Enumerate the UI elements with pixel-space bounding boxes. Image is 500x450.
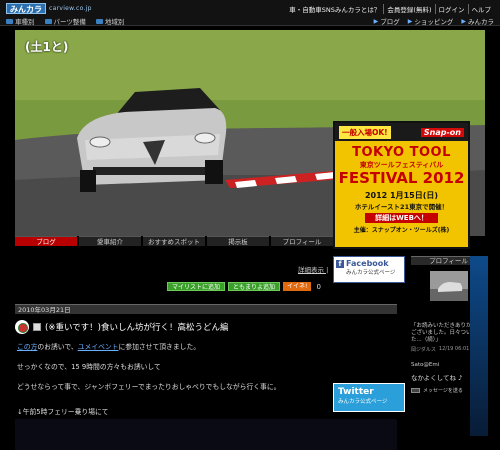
login-link[interactable]: ログイン [434, 4, 468, 14]
comment-user[interactable]: 岡ジダルス [411, 346, 436, 353]
nav-minkara[interactable]: ▶ みんカラ [461, 16, 494, 27]
detail-link[interactable]: 詳細表示 | [298, 264, 328, 274]
ad-date: 2012 1月15日(日) [364, 191, 439, 200]
comment-time: 12/19 06:01 [438, 346, 470, 352]
facebook-title: Facebook [346, 259, 389, 268]
post-caption: ↓午前5時フェリー乗り場にて [17, 408, 109, 416]
ad-venue: ホテルイースト21東京で開催！ [354, 203, 449, 211]
ad-title-1: TOKYO TOOL [352, 145, 451, 160]
nav-region[interactable]: 地域別 [95, 16, 125, 26]
user-link[interactable]: この方 [17, 343, 37, 351]
post-body: この方のお誘いで、ユメイベントに参加させて頂きました。 せっかくなので、15 9… [17, 341, 332, 401]
profile-car-illustration [429, 271, 468, 301]
nav-label: ブログ [380, 18, 400, 26]
register-link[interactable]: 会員登録(無料) [383, 4, 434, 14]
wrench-icon [44, 18, 52, 24]
avatar[interactable] [15, 320, 29, 334]
arrow-icon: ▶ [373, 17, 379, 25]
profile-tabs: ブログ 愛車紹介 おすすめスポット 掲示板 プロフィール [15, 236, 333, 246]
nav-parts[interactable]: パーツ整備 [44, 16, 86, 26]
nav-label: 地域別 [104, 18, 125, 26]
event-link[interactable]: ユメイベント [78, 343, 119, 351]
post-paragraph: どうせならって事で、ジャンボフェリーでまったりおしゃべりでもしながら行く事に。 [17, 383, 281, 391]
arrow-icon: ▶ [407, 17, 413, 25]
nav-label: ショッピング [414, 18, 454, 26]
nav-label: みんカラ [468, 18, 494, 26]
send-message-label: メッセージを送る [423, 388, 463, 394]
nav-blog[interactable]: ▶ ブログ [373, 16, 400, 27]
ad-organizer: 主催：スナップオン・ツールズ(株) [353, 227, 450, 234]
about-link[interactable]: 車・自動車SNSみんカラとは？ [286, 4, 383, 14]
facebook-sub: みんカラ公式ページ [346, 270, 396, 276]
help-link[interactable]: ヘルプ [467, 4, 495, 14]
nav-car-model[interactable]: 車種別 [6, 16, 35, 26]
car-icon [6, 18, 13, 24]
top-links: 車・自動車SNSみんカラとは？ 会員登録(無料) ログイン ヘルプ [286, 4, 494, 14]
post-header: (※重いです！)食いしん坊が行く！高松うどん編 [15, 318, 397, 336]
tab-spots[interactable]: おすすめスポット [143, 236, 205, 246]
ad-web-link[interactable]: 詳細はWEBへ！ [365, 213, 438, 223]
post-image[interactable] [15, 419, 397, 450]
category-nav: 車種別 パーツ整備 地域別 [6, 16, 124, 26]
post-text: のお誘いで、 [37, 343, 78, 351]
nav-label: 車種別 [15, 18, 35, 26]
action-buttons: マイリストに追加 ともまりよ追加 イイネ! 0 [167, 282, 321, 291]
ad-brand: Snap-on [420, 127, 464, 137]
logo-text: みんカラ [6, 3, 46, 14]
arrow-icon: ▶ [461, 17, 466, 25]
site-logo[interactable]: みんカラ carview.co.jp [6, 3, 92, 14]
post-paragraph: この方のお誘いで、ユメイベントに参加させて頂きました。 [17, 341, 332, 351]
twitter-title: Twitter [338, 387, 374, 397]
nav-label: パーツ整備 [53, 18, 86, 26]
twitter-sub: みんカラ公式ページ [338, 399, 388, 405]
post-text: に参加させて頂きました。 [118, 343, 201, 351]
iine-count: 0 [316, 282, 321, 291]
document-icon [33, 323, 41, 331]
nav-shopping[interactable]: ▶ ショッピング [407, 16, 454, 27]
map-icon [95, 18, 103, 24]
hero-title: (土1と) [25, 40, 69, 54]
add-favorite-button[interactable]: ともまりよ追加 [228, 282, 281, 291]
tab-board[interactable]: 掲示板 [207, 236, 269, 246]
add-mylist-button[interactable]: マイリストに追加 [167, 282, 226, 291]
tab-blog[interactable]: ブログ [15, 236, 77, 246]
top-bar: みんカラ carview.co.jp 車・自動車SNSみんカラとは？ 会員登録(… [0, 0, 500, 26]
ad-title-3: FESTIVAL 2012 [338, 169, 465, 187]
twitter-banner[interactable]: Twitter みんカラ公式ページ [333, 383, 405, 412]
ad-badge: 一般入場OK! [339, 125, 391, 139]
facebook-banner[interactable]: f Facebook みんカラ公式ページ [333, 256, 405, 283]
mail-icon [411, 388, 420, 393]
facebook-icon: f [336, 260, 344, 268]
post-title[interactable]: (※重いです！)食いしん坊が行く！高松うどん編 [45, 321, 229, 333]
post-date: 2010年03月21日 [15, 304, 397, 314]
tool-festival-ad[interactable]: 一般入場OK! Snap-on TOKYO TOOL 東京ツールフェスティバル … [333, 121, 470, 249]
post-paragraph: せっかくなので、15 9時間の方々もお誘いして [17, 363, 161, 371]
ad-header: 一般入場OK! Snap-on [335, 123, 468, 141]
logo-subtext: carview.co.jp [49, 5, 92, 12]
tab-profile[interactable]: プロフィール [271, 236, 333, 246]
service-nav: ▶ ブログ ▶ ショッピング ▶ みんカラ [373, 16, 494, 27]
sidebar-edge-decoration [470, 256, 488, 436]
iine-button[interactable]: イイネ! [283, 282, 312, 291]
tab-car-intro[interactable]: 愛車紹介 [79, 236, 141, 246]
profile-photo[interactable] [429, 271, 468, 301]
